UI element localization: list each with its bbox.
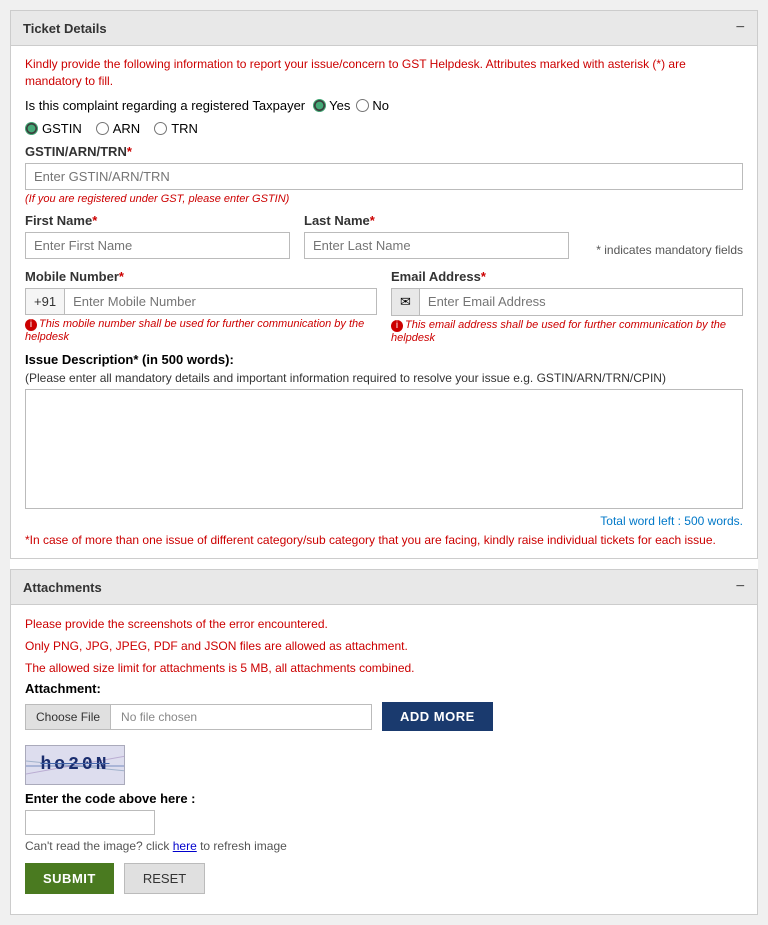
gstin-arn-trn-radio-row: GSTIN ARN TRN xyxy=(25,121,743,136)
yes-radio[interactable] xyxy=(313,99,326,112)
attachments-title: Attachments xyxy=(23,580,102,595)
choose-file-button[interactable]: Choose File xyxy=(26,705,111,729)
captcha-input[interactable] xyxy=(25,810,155,835)
first-name-input[interactable] xyxy=(25,232,290,259)
yes-radio-label[interactable]: Yes xyxy=(313,98,350,113)
add-more-button[interactable]: ADD MORE xyxy=(382,702,493,731)
taxpayer-question-row: Is this complaint regarding a registered… xyxy=(25,98,743,113)
arn-radio-text: ARN xyxy=(113,121,140,136)
attachments-body: Please provide the screenshots of the er… xyxy=(10,605,758,915)
arn-radio-label[interactable]: ARN xyxy=(96,121,140,136)
reset-button[interactable]: RESET xyxy=(124,863,205,894)
taxpayer-question-label: Is this complaint regarding a registered… xyxy=(25,98,305,113)
attachments-section: Attachments − Please provide the screens… xyxy=(10,569,758,915)
issue-hint: (Please enter all mandatory details and … xyxy=(25,371,743,385)
mobile-hint: iThis mobile number shall be used for fu… xyxy=(25,318,377,343)
email-col: Email Address* ✉ iThis email address sha… xyxy=(391,269,743,344)
att-info2: Only PNG, JPG, JPEG, PDF and JSON files … xyxy=(25,637,743,655)
submit-button[interactable]: SUBMIT xyxy=(25,863,114,894)
gstin-hint: (If you are registered under GST, please… xyxy=(25,193,743,205)
captcha-image-wrapper: ho20N xyxy=(25,745,743,785)
trn-radio-text: TRN xyxy=(171,121,198,136)
gstin-radio[interactable] xyxy=(25,122,38,135)
last-name-input[interactable] xyxy=(304,232,569,259)
mandatory-note: * indicates mandatory fields xyxy=(583,213,743,257)
mobile-email-row: Mobile Number* +91 iThis mobile number s… xyxy=(25,269,743,344)
trn-radio[interactable] xyxy=(154,122,167,135)
captcha-label: Enter the code above here : xyxy=(25,791,743,806)
email-icon: ✉ xyxy=(392,289,420,315)
word-count: Total word left : 500 words. xyxy=(25,514,743,528)
arn-radio[interactable] xyxy=(96,122,109,135)
no-label: No xyxy=(372,98,389,113)
collapse-icon[interactable]: − xyxy=(736,19,745,37)
ticket-details-title: Ticket Details xyxy=(23,21,107,36)
mobile-label: Mobile Number* xyxy=(25,269,377,284)
info-text: Kindly provide the following information… xyxy=(25,56,743,90)
email-label: Email Address* xyxy=(391,269,743,284)
gstin-field-row: GSTIN/ARN/TRN* (If you are registered un… xyxy=(25,144,743,205)
attachments-header: Attachments − xyxy=(10,569,758,605)
att-label: Attachment: xyxy=(25,681,743,696)
file-input-wrapper: Choose File No file chosen xyxy=(25,704,372,730)
att-info1: Please provide the screenshots of the er… xyxy=(25,615,743,633)
gstin-field-label: GSTIN/ARN/TRN* xyxy=(25,144,743,159)
no-radio-label[interactable]: No xyxy=(356,98,389,113)
no-radio[interactable] xyxy=(356,99,369,112)
name-mandatory-row: First Name* Last Name* * indicates manda… xyxy=(25,213,743,259)
action-row: SUBMIT RESET xyxy=(25,863,743,904)
mobile-input[interactable] xyxy=(65,289,376,314)
captcha-image: ho20N xyxy=(25,745,125,785)
ticket-details-header: Ticket Details − xyxy=(10,10,758,46)
last-name-col: Last Name* xyxy=(304,213,569,259)
email-hint: iThis email address shall be used for fu… xyxy=(391,319,743,344)
gstin-input[interactable] xyxy=(25,163,743,190)
mandatory-note-col: * indicates mandatory fields xyxy=(583,213,743,257)
att-row: Choose File No file chosen ADD MORE xyxy=(25,702,743,731)
last-name-label: Last Name* xyxy=(304,213,569,228)
taxpayer-radio-group: Yes No xyxy=(313,98,389,113)
info-icon-email: i xyxy=(391,320,403,332)
attachments-collapse-icon[interactable]: − xyxy=(736,578,745,596)
file-name-display: No file chosen xyxy=(111,705,371,729)
mobile-input-wrapper: +91 xyxy=(25,288,377,315)
yes-label: Yes xyxy=(329,98,350,113)
first-name-col: First Name* xyxy=(25,213,290,259)
att-info3: The allowed size limit for attachments i… xyxy=(25,659,743,677)
email-input[interactable] xyxy=(420,289,742,314)
captcha-text: ho20N xyxy=(40,755,109,775)
first-name-label: First Name* xyxy=(25,213,290,228)
mobile-col: Mobile Number* +91 iThis mobile number s… xyxy=(25,269,377,344)
gstin-radio-label[interactable]: GSTIN xyxy=(25,121,82,136)
email-input-wrapper: ✉ xyxy=(391,288,743,316)
multi-issue-note: *In case of more than one issue of diffe… xyxy=(25,532,743,549)
captcha-refresh-link[interactable]: here xyxy=(173,839,197,853)
trn-radio-label[interactable]: TRN xyxy=(154,121,198,136)
mobile-prefix: +91 xyxy=(26,289,65,314)
info-icon: i xyxy=(25,319,37,331)
ticket-details-body: Kindly provide the following information… xyxy=(10,46,758,559)
captcha-section: ho20N Enter the code above here : Can't … xyxy=(25,745,743,853)
issue-description-section: Issue Description* (in 500 words): (Plea… xyxy=(25,352,743,549)
issue-textarea[interactable] xyxy=(25,389,743,509)
issue-label: Issue Description* (in 500 words): xyxy=(25,352,743,367)
captcha-refresh: Can't read the image? click here to refr… xyxy=(25,839,743,853)
gstin-radio-text: GSTIN xyxy=(42,121,82,136)
